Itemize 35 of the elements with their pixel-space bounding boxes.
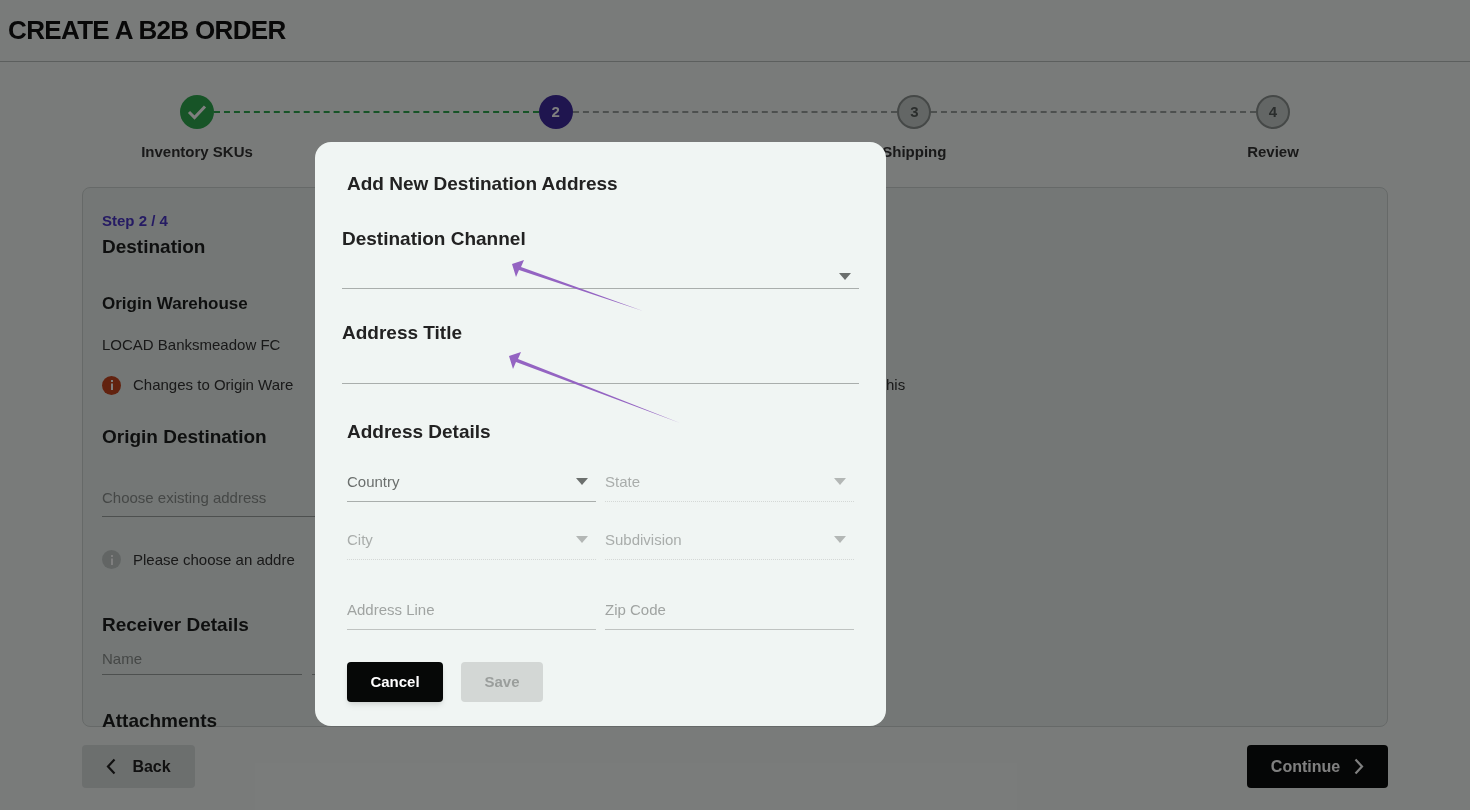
text-field[interactable]: Zip Code — [605, 598, 854, 630]
hint-text: Please choose an addre — [133, 549, 295, 570]
continue-button[interactable]: Continue — [1247, 745, 1388, 788]
step-number: 4 — [1256, 95, 1290, 129]
step-label: Shipping — [882, 142, 947, 162]
chevron-left-icon — [106, 758, 117, 775]
step-number: 2 — [538, 95, 573, 129]
section-heading: Origin Destination — [102, 424, 267, 449]
field-label: Destination Channel — [342, 226, 526, 251]
section-heading: Receiver Details — [102, 613, 249, 637]
info-icon — [102, 550, 121, 570]
field-label: Address Title — [342, 321, 463, 345]
step-label: Review — [1247, 142, 1299, 162]
text-field[interactable]: Address Line — [347, 598, 596, 630]
section-heading: Destination — [102, 234, 206, 259]
step-label: Inventory SKUs — [141, 142, 253, 162]
dropdown-caret-icon — [576, 536, 588, 543]
info-icon — [102, 375, 121, 395]
section-heading: Attachments — [102, 709, 218, 733]
modal-title: Add New Destination Address — [347, 172, 618, 196]
section-heading: Origin Warehouse — [102, 293, 248, 315]
back-button[interactable]: Back — [82, 745, 195, 788]
warehouse-name: LOCAD Banksmeadow FC — [102, 334, 281, 355]
chevron-right-icon — [1354, 758, 1365, 775]
dropdown-caret-icon — [834, 536, 846, 543]
dropdown-caret-icon — [834, 478, 846, 485]
cancel-button[interactable]: Cancel — [347, 662, 443, 702]
warning-note: Changes to Origin Ware — [133, 375, 294, 395]
warning-note: his — [886, 375, 906, 395]
step-number: 3 — [897, 95, 932, 129]
page-title: CREATE A B2B ORDER — [8, 14, 286, 47]
step-caption: Step 2 / 4 — [102, 211, 168, 231]
dropdown-field[interactable]: Country — [347, 470, 596, 502]
dropdown-caret-icon — [576, 478, 588, 485]
section-heading: Address Details — [347, 419, 491, 444]
